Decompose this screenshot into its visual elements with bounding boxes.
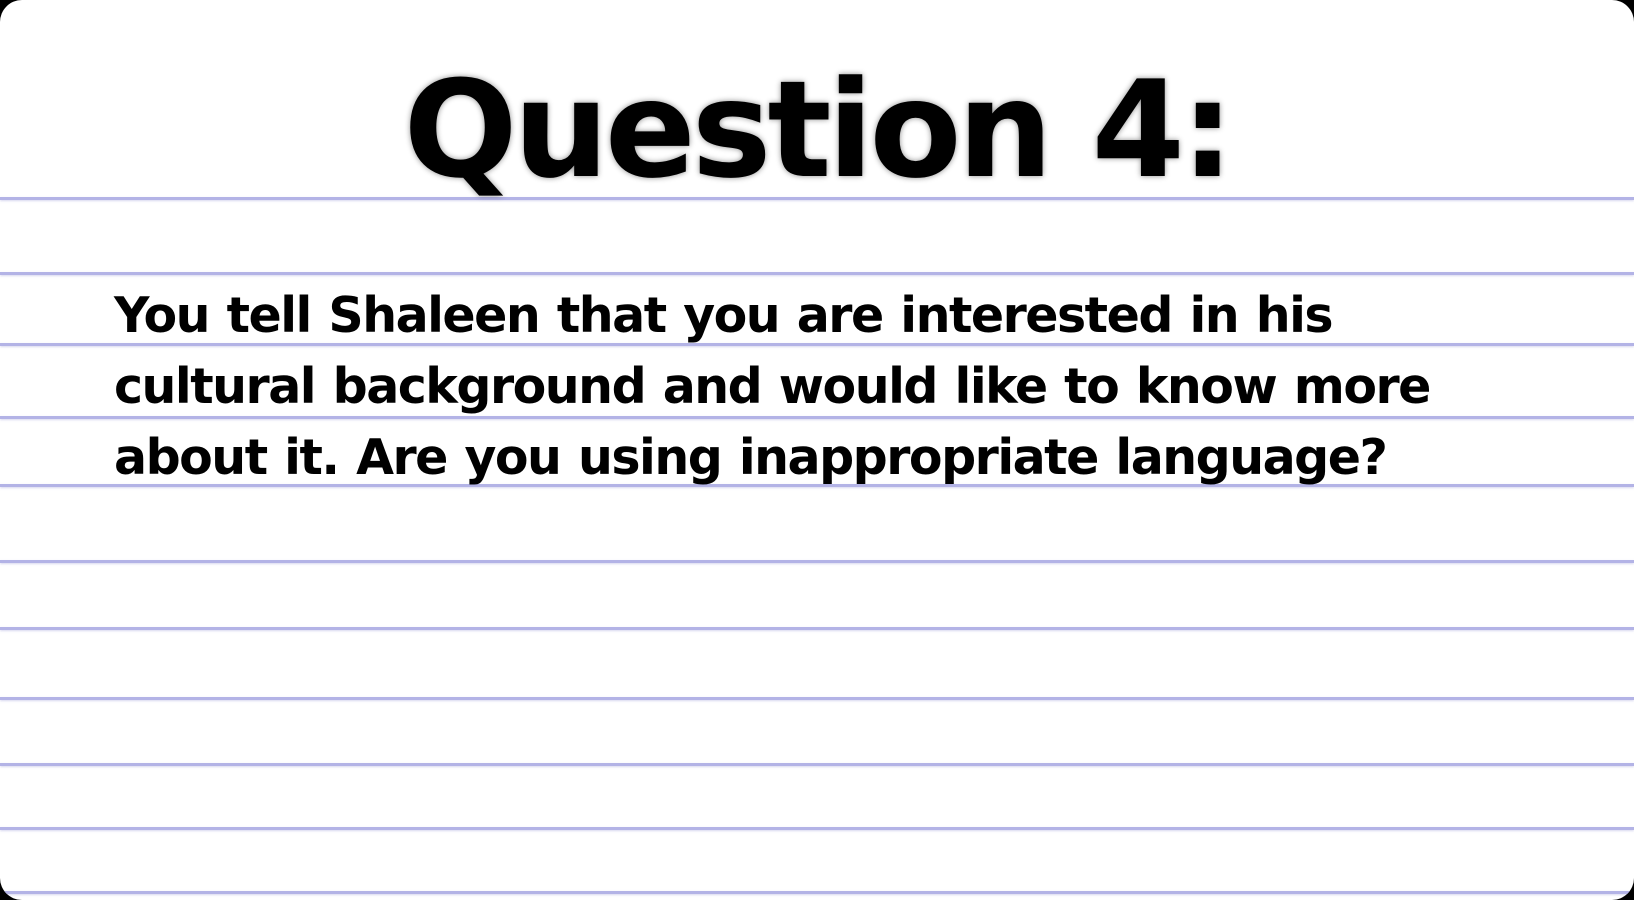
ruled-line — [0, 272, 1634, 275]
ruled-line — [0, 560, 1634, 563]
ruled-line — [0, 697, 1634, 700]
flashcard-slide: Question 4: You tell Shaleen that you ar… — [0, 0, 1634, 900]
question-title: Question 4: — [403, 52, 1235, 208]
ruled-line — [0, 763, 1634, 766]
ruled-line — [0, 891, 1634, 894]
question-text: You tell Shaleen that you are interested… — [114, 287, 1431, 486]
ruled-line — [0, 627, 1634, 630]
ruled-line — [0, 827, 1634, 830]
